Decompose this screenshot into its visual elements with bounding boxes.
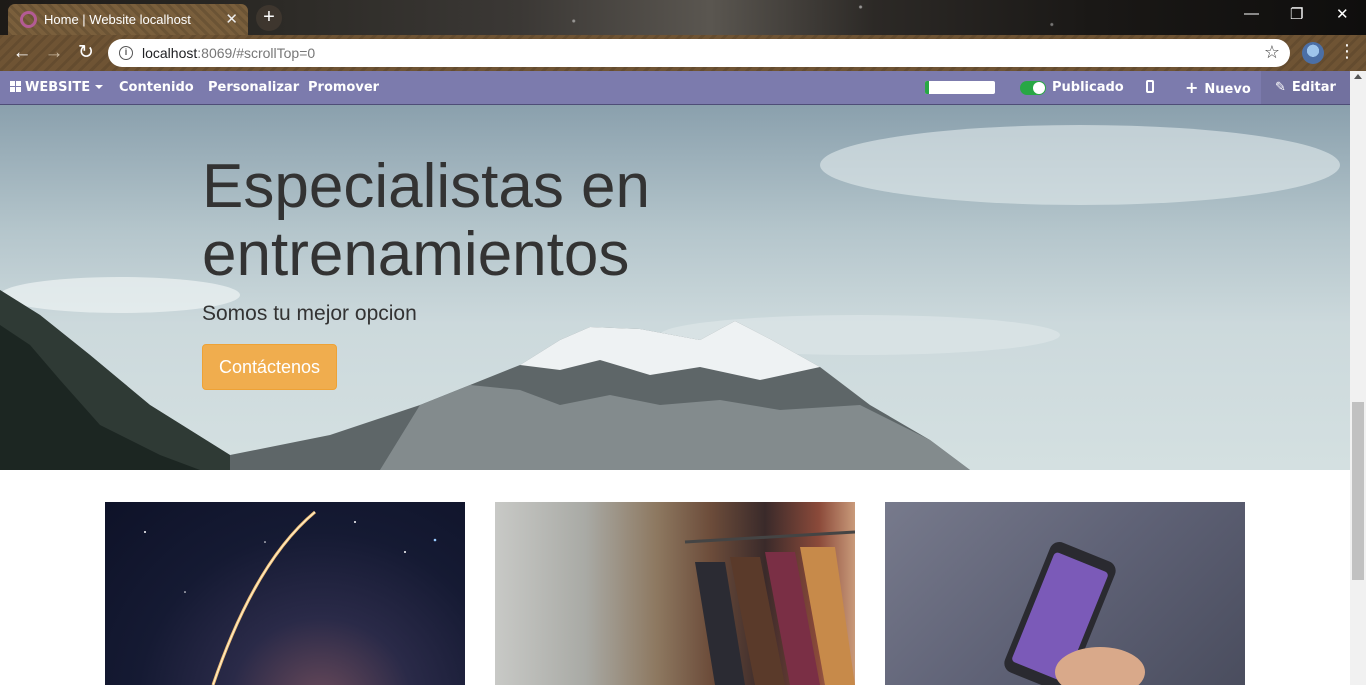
hero-subtitle: Somos tu mejor opcion	[202, 302, 417, 325]
seo-progress-bar[interactable]	[925, 81, 995, 94]
url-text: localhost:8069/#scrollTop=0	[142, 45, 315, 61]
rocket-launch-image	[144, 510, 437, 685]
website-menu-label: WEBSITE	[25, 80, 91, 95]
minimize-icon[interactable]: —	[1244, 5, 1259, 22]
contact-us-button[interactable]: Contáctenos	[202, 344, 337, 390]
browser-toolbar: ← → ↻ i localhost:8069/#scrollTop=0 ☆ ⋮	[0, 35, 1366, 71]
card-image-rocket[interactable]	[105, 502, 465, 685]
promote-menu[interactable]: Promover	[308, 71, 379, 104]
caret-down-icon	[95, 85, 104, 89]
page-scrollbar[interactable]	[1350, 71, 1366, 685]
seo-progress-fill	[925, 81, 929, 94]
info-icon[interactable]: i	[119, 46, 133, 60]
scrollbar-thumb[interactable]	[1352, 402, 1364, 580]
mobile-icon	[1146, 80, 1154, 93]
card-image-clothes[interactable]	[495, 502, 855, 685]
website-menu-button[interactable]: WEBSITE	[10, 71, 104, 104]
hero-title: Especialistas en entrenamientos	[202, 152, 651, 289]
back-arrow-icon[interactable]: ←	[10, 41, 34, 65]
pencil-icon: ✎	[1275, 80, 1286, 95]
plus-icon: +	[1185, 78, 1199, 97]
new-label: Nuevo	[1204, 82, 1251, 97]
edit-button-inner: ✎ Editar	[1275, 71, 1336, 104]
smartphone-image	[1004, 542, 1145, 685]
customize-menu[interactable]: Personalizar	[208, 71, 299, 104]
forward-arrow-icon[interactable]: →	[42, 41, 66, 65]
website-editor-bar: WEBSITE Contenido Personalizar Promover …	[0, 71, 1350, 105]
address-bar[interactable]: i localhost:8069/#scrollTop=0 ☆	[108, 39, 1290, 67]
toggle-knob	[1033, 82, 1045, 94]
star-icon[interactable]: ☆	[1264, 42, 1280, 63]
restore-icon[interactable]: ❐	[1290, 5, 1303, 23]
tab-title: Home | Website localhost	[44, 12, 191, 27]
profile-avatar[interactable]	[1302, 42, 1324, 64]
odoo-favicon-icon	[20, 11, 37, 28]
edit-button[interactable]: ✎ Editar	[1261, 71, 1350, 104]
scroll-up-arrow-icon[interactable]	[1354, 74, 1362, 79]
content-menu[interactable]: Contenido	[119, 71, 194, 104]
close-window-icon[interactable]: ✕	[1336, 5, 1349, 23]
edit-label: Editar	[1291, 80, 1336, 95]
browser-menu-icon[interactable]: ⋮	[1338, 41, 1356, 62]
new-button[interactable]: + Nuevo	[1185, 71, 1251, 104]
browser-tab[interactable]: Home | Website localhost ✕	[8, 4, 248, 35]
url-host: localhost	[142, 45, 198, 61]
hero-banner: Especialistas en entrenamientos Somos tu…	[0, 105, 1350, 470]
url-rest: :8069/#scrollTop=0	[197, 45, 316, 61]
reload-icon[interactable]: ↻	[74, 41, 98, 65]
apps-grid-icon	[10, 81, 21, 92]
published-label[interactable]: Publicado	[1052, 71, 1124, 104]
browser-titlebar: Home | Website localhost ✕ + — ❐ ✕	[0, 0, 1366, 35]
new-tab-button[interactable]: +	[256, 5, 282, 31]
clothes-rack-image	[684, 530, 855, 685]
mobile-preview-button[interactable]	[1146, 71, 1154, 104]
publish-toggle[interactable]	[1020, 81, 1046, 95]
tab-close-icon[interactable]: ✕	[225, 10, 238, 28]
card-image-phone[interactable]	[885, 502, 1245, 685]
